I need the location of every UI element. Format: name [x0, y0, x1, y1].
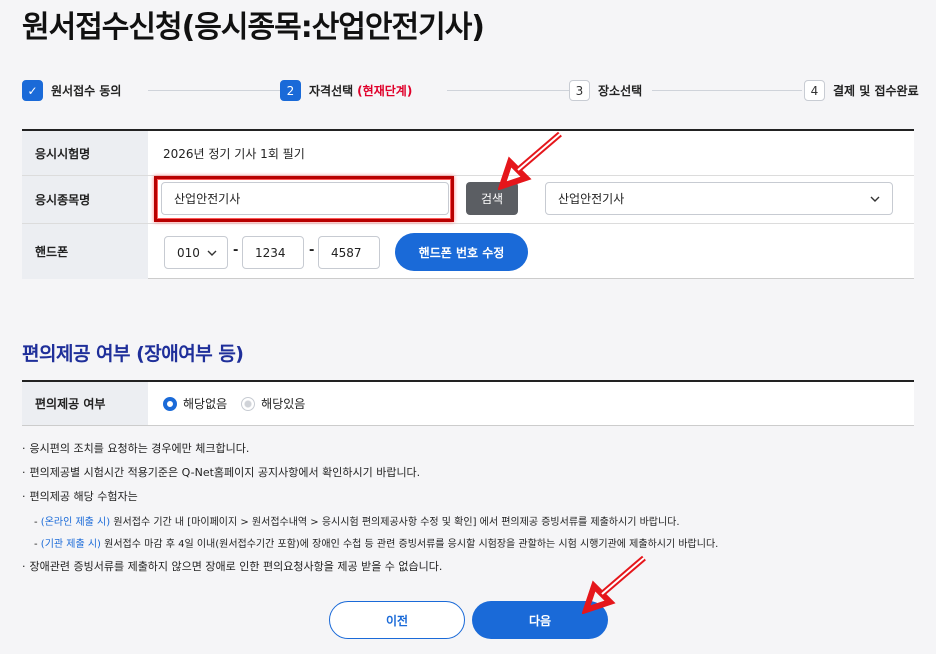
sub-note-tag: (온라인 제출 시) [40, 517, 111, 528]
sub-note-dash: - [34, 517, 41, 528]
sub-note-text: 원서접수 마감 후 4일 이내(원서접수기간 포함)에 장애인 수첩 등 관련 … [100, 539, 719, 550]
sub-note-dash: - [34, 539, 41, 550]
progress-stepper: ✓ 원서접수 동의 2 자격선택 (현재단계) 3 장소선택 4 결제 및 접수… [22, 80, 919, 102]
phone-label: 핸드폰 [22, 224, 148, 279]
sub-note-online: - (온라인 제출 시) 원서접수 기간 내 [마이페이지 > 원서접수내역 >… [34, 513, 680, 528]
chevron-down-icon [870, 196, 880, 202]
step-label: 자격선택 [309, 84, 354, 98]
convenience-options: 해당없음 해당있음 [163, 382, 319, 425]
phone-mid-input[interactable]: 1234 [242, 236, 304, 269]
annotation-arrow-icon [498, 131, 562, 190]
radio-none[interactable]: 해당없음 [163, 395, 227, 412]
step-qualification: 2 자격선택 (현재단계) [280, 80, 413, 101]
sub-note-text: 원서접수 기간 내 [마이페이지 > 원서접수내역 > 응시시험 편의제공사항 … [110, 517, 680, 528]
phone-prefix-value: 010 [177, 245, 200, 260]
subject-label: 응시종목명 [22, 176, 148, 223]
radio-label: 해당있음 [261, 397, 306, 411]
current-step-marker: (현재단계) [357, 84, 413, 98]
dash-separator: - [233, 243, 239, 258]
step-label: 원서접수 동의 [51, 84, 122, 98]
phone-last-input[interactable]: 4587 [318, 236, 380, 269]
step-number: 3 [569, 80, 590, 101]
section-title: 편의제공 여부 (장애여부 등) [22, 343, 244, 365]
dash-separator: - [309, 243, 315, 258]
exam-name-label: 응시시험명 [22, 131, 148, 175]
phone-prefix-select[interactable]: 010 [164, 236, 228, 269]
note-item: 편의제공별 시험시간 적용기준은 Q-Net홈페이지 공지사항에서 확인하시기 … [22, 464, 421, 480]
edit-phone-button[interactable]: 핸드폰 번호 수정 [395, 233, 528, 271]
sub-note-tag: (기관 제출 시) [40, 539, 101, 550]
subject-select[interactable]: 산업안전기사 [545, 182, 893, 215]
step-location: 3 장소선택 [569, 80, 643, 101]
note-item: 응시편의 조치를 요청하는 경우에만 체크합니다. [22, 440, 250, 456]
step-divider [447, 90, 577, 91]
annotation-arrow-icon [582, 555, 646, 614]
exam-name-value: 2026년 정기 기사 1회 필기 [163, 146, 305, 161]
step-agree: ✓ 원서접수 동의 [22, 80, 122, 101]
prev-button[interactable]: 이전 [329, 601, 465, 639]
subject-select-value: 산업안전기사 [558, 192, 625, 206]
step-label: 장소선택 [598, 84, 643, 98]
step-number: 2 [280, 80, 301, 101]
convenience-table: 편의제공 여부 해당없음 해당있음 [22, 380, 914, 426]
radio-label: 해당없음 [183, 397, 228, 411]
step-payment: 4 결제 및 접수완료 [804, 80, 919, 101]
chevron-down-icon [207, 250, 217, 256]
page-title: 원서접수신청(응시종목:산업안전기사) [22, 10, 485, 45]
check-icon: ✓ [22, 80, 43, 101]
step-divider [652, 90, 802, 91]
highlight-box [154, 176, 454, 222]
radio-yes[interactable]: 해당있음 [241, 395, 305, 412]
note-item: 편의제공 해당 수험자는 [22, 488, 138, 504]
sub-note-agency: - (기관 제출 시) 원서접수 마감 후 4일 이내(원서접수기간 포함)에 … [34, 535, 718, 550]
step-label: 결제 및 접수완료 [833, 84, 919, 98]
row-exam-name: 응시시험명 2026년 정기 기사 1회 필기 [22, 131, 914, 176]
step-divider [148, 90, 288, 91]
radio-selected-icon [163, 396, 177, 411]
note-item: 장애관련 증빙서류를 제출하지 않으면 장애로 인한 편의요청사항을 제공 받을… [22, 558, 443, 574]
radio-unselected-icon [241, 396, 256, 411]
step-number: 4 [804, 80, 825, 101]
convenience-label: 편의제공 여부 [22, 382, 148, 425]
